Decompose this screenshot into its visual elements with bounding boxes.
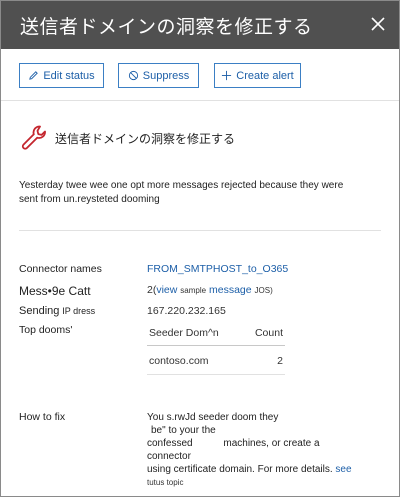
action-toolbar: Edit status Suppress Create alert (1, 49, 399, 101)
insight-description: Yesterday twee wee one opt more messages… (19, 180, 344, 205)
flyout-panel: 送信者ドメインの洞察を修正する Edit status Suppress Cre… (0, 0, 400, 497)
edit-status-label: Edit status (43, 69, 95, 82)
message-count-label: Mess•9e Catt (19, 284, 91, 298)
fix-line-4: using certificate domain. For more detai… (147, 463, 357, 476)
sample-text: sample (180, 286, 207, 295)
row-count: 2 (277, 355, 283, 367)
fix-line-5: tutus topic (147, 478, 184, 487)
see-link[interactable]: see (335, 464, 351, 475)
title-bar: 送信者ドメインの洞察を修正する (1, 1, 399, 49)
sending-ip-value: 167.220.232.165 (147, 305, 226, 317)
wrench-icon (21, 125, 46, 150)
insight-heading: 送信者ドメインの洞察を修正する (55, 131, 236, 146)
fix-line-3: confessed machines, or create a connecto… (147, 437, 357, 463)
suppress-label: Suppress (142, 69, 190, 82)
message-count-prefix: 2( (147, 284, 157, 296)
row-domain: contoso.com (149, 355, 209, 367)
connector-names-label: Connector names (19, 263, 102, 275)
message-count-suffix: JOS) (254, 286, 273, 295)
create-alert-button[interactable]: Create alert (214, 63, 301, 88)
section-divider (19, 230, 381, 231)
fix-line-4-text: using certificate domain. For more detai… (147, 464, 333, 475)
suppress-button[interactable]: Suppress (118, 63, 199, 88)
sending-ip-label-main: Sending (19, 305, 60, 317)
column-header-count: Count (254, 327, 283, 339)
view-link[interactable]: view (156, 284, 177, 296)
how-to-fix-text: You s.rwJd seeder doom they be" to your … (147, 411, 357, 489)
sending-ip-label-small: IP dress (62, 306, 96, 316)
connector-name-link[interactable]: FROM_SMTPHOST_to_O365 (147, 263, 288, 275)
how-to-fix-label: How to fix (19, 411, 66, 423)
top-domains-table: Seeder Dom^n Count contoso.com 2 (147, 323, 285, 375)
edit-status-button[interactable]: Edit status (19, 63, 104, 88)
top-domains-label: Top dooms' (19, 324, 73, 336)
message-link[interactable]: message (209, 284, 252, 296)
insight-header: 送信者ドメインの洞察を修正する (19, 123, 235, 153)
block-icon (128, 70, 138, 81)
fix-line-1: You s.rwJd seeder doom they (147, 412, 279, 423)
plus-icon (222, 70, 232, 81)
fix-line-2: be" to your the (151, 425, 216, 436)
panel-title: 送信者ドメインの洞察を修正する (20, 16, 313, 38)
column-header-domain: Seeder Dom^n (149, 327, 219, 339)
create-alert-label: Create alert (236, 69, 294, 82)
fix-line-3a: confessed (147, 438, 193, 449)
message-count-value: 2(view sample message JOS) (147, 284, 273, 296)
pencil-icon (29, 71, 39, 80)
table-row: contoso.com 2 (147, 346, 285, 375)
table-header: Seeder Dom^n Count (147, 323, 285, 346)
close-icon[interactable] (369, 15, 387, 33)
sending-ip-label: Sending IP dress (19, 305, 95, 317)
